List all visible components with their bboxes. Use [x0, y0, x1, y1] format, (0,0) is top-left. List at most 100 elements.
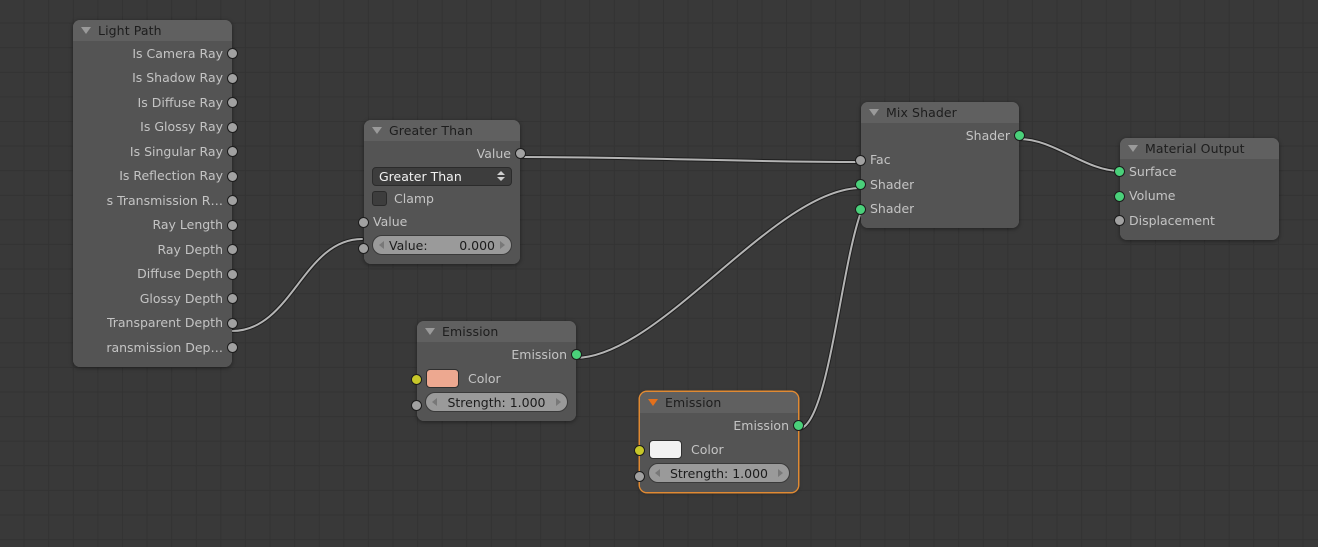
input-row-surface[interactable]: Surface	[1114, 159, 1279, 184]
node-header-mix-shader[interactable]: Mix Shader	[861, 102, 1019, 123]
slider-right-arrow-icon[interactable]	[500, 241, 505, 249]
slider-right-arrow-icon[interactable]	[778, 469, 783, 477]
output-row[interactable]: Ray Length	[73, 213, 238, 238]
input-label: Surface	[1129, 163, 1177, 179]
output-socket-value[interactable]	[515, 148, 526, 159]
collapse-triangle-icon[interactable]	[372, 127, 382, 134]
collapse-triangle-icon[interactable]	[81, 27, 91, 34]
node-emission-1[interactable]: Emission Emission Color Strength: 1.000	[411, 321, 582, 421]
input-socket-strength[interactable]	[411, 400, 422, 411]
input-row-volume[interactable]: Volume	[1114, 184, 1279, 209]
input-socket-displacement[interactable]	[1114, 215, 1125, 226]
input-socket-value-b[interactable]	[358, 243, 369, 254]
output-socket-is-reflection-ray[interactable]	[227, 170, 238, 182]
value-slider-name: Value:	[389, 237, 428, 253]
output-socket-ray-depth[interactable]	[227, 244, 238, 255]
strength-slider[interactable]: Strength: 1.000	[425, 392, 568, 412]
input-socket-color[interactable]	[634, 444, 645, 456]
output-row[interactable]: s Transmission R…	[73, 188, 238, 213]
clamp-checkbox[interactable]	[372, 191, 387, 206]
input-socket-shader-1[interactable]	[855, 179, 866, 190]
output-row[interactable]: ransmission Dep…	[73, 335, 238, 360]
node-body-mix-shader: Shader Fac Shader Shader	[855, 123, 1025, 228]
output-row[interactable]: Diffuse Depth	[73, 262, 238, 287]
input-socket-volume[interactable]	[1114, 190, 1125, 202]
output-label: Shader	[965, 127, 1010, 143]
node-header-emission-1[interactable]: Emission	[417, 321, 576, 342]
slider-right-arrow-icon[interactable]	[556, 398, 561, 406]
color-swatch[interactable]	[426, 369, 459, 389]
output-row[interactable]: Emission	[417, 342, 582, 367]
output-row[interactable]: Transparent Depth	[73, 311, 238, 336]
output-row[interactable]: Emission	[640, 413, 804, 438]
output-socket-is-singular-ray[interactable]	[227, 146, 238, 157]
link-lightpath-to-greaterthan	[231, 238, 363, 332]
output-socket-is-glossy-ray[interactable]	[227, 121, 238, 133]
strength-slider-wrap: Strength: 1.000	[634, 462, 798, 485]
node-title: Material Output	[1145, 141, 1245, 156]
output-row[interactable]: Is Glossy Ray	[73, 115, 238, 140]
output-socket-transmission-depth[interactable]	[227, 342, 238, 353]
input-socket-fac[interactable]	[855, 154, 866, 166]
input-socket-surface[interactable]	[1114, 166, 1125, 177]
output-row[interactable]: Is Shadow Ray	[73, 66, 238, 91]
node-light-path[interactable]: Light Path Is Camera Ray Is Shadow Ray I…	[73, 20, 238, 367]
node-math-greater-than[interactable]: Greater Than Value Greater Than Clamp Va…	[358, 120, 526, 264]
strength-slider[interactable]: Strength: 1.000	[648, 463, 790, 483]
node-body-emission-2: Emission Color Strength: 1.000	[634, 413, 804, 492]
output-row[interactable]: Is Camera Ray	[73, 41, 238, 66]
output-socket-diffuse-depth[interactable]	[227, 268, 238, 280]
collapse-triangle-icon[interactable]	[1128, 145, 1138, 152]
node-title: Emission	[442, 324, 499, 339]
output-socket-ray-length[interactable]	[227, 219, 238, 231]
output-row[interactable]: Ray Depth	[73, 237, 238, 262]
clamp-label: Clamp	[394, 191, 434, 206]
input-row-fac[interactable]: Fac	[855, 148, 1019, 173]
color-row[interactable]: Color	[634, 438, 798, 463]
output-row[interactable]: Is Reflection Ray	[73, 164, 238, 189]
node-emission-2[interactable]: Emission Emission Color Strength: 1.000	[634, 392, 804, 492]
input-row-shader-2[interactable]: Shader	[855, 197, 1019, 222]
node-header-greater-than[interactable]: Greater Than	[364, 120, 520, 141]
output-row[interactable]: Is Singular Ray	[73, 139, 238, 164]
output-socket-glossy-depth[interactable]	[227, 293, 238, 304]
input-socket-strength[interactable]	[634, 471, 645, 482]
output-label: Is Glossy Ray	[140, 119, 223, 135]
node-header-light-path[interactable]: Light Path	[73, 20, 232, 41]
clamp-checkbox-row[interactable]: Clamp	[364, 188, 520, 210]
output-socket-is-transmission-ray[interactable]	[227, 195, 238, 206]
input-label: Volume	[1129, 188, 1176, 204]
input-socket-shader-2[interactable]	[855, 203, 866, 215]
color-swatch[interactable]	[649, 440, 682, 460]
output-socket-is-diffuse-ray[interactable]	[227, 97, 238, 108]
input-row-displacement[interactable]: Displacement	[1114, 208, 1279, 233]
input-row-shader-1[interactable]: Shader	[855, 172, 1019, 197]
node-mix-shader[interactable]: Mix Shader Shader Fac Shader Shader	[855, 102, 1025, 228]
value-slider[interactable]: Value: 0.000	[372, 235, 512, 255]
output-socket-shader[interactable]	[1014, 130, 1025, 141]
output-socket-transparent-depth[interactable]	[227, 317, 238, 329]
node-editor-canvas[interactable]: Light Path Is Camera Ray Is Shadow Ray I…	[0, 0, 1318, 547]
input-socket-color[interactable]	[411, 373, 422, 385]
output-row[interactable]: Glossy Depth	[73, 286, 238, 311]
node-header-material-output[interactable]: Material Output	[1120, 138, 1279, 159]
output-label: s Transmission R…	[106, 192, 223, 208]
node-header-emission-2[interactable]: Emission	[640, 392, 798, 413]
operation-dropdown[interactable]: Greater Than	[372, 166, 512, 186]
output-row[interactable]: Shader	[861, 123, 1025, 148]
output-socket-emission[interactable]	[571, 349, 582, 360]
collapse-triangle-icon[interactable]	[869, 109, 879, 116]
output-socket-is-camera-ray[interactable]	[227, 48, 238, 59]
output-socket-emission[interactable]	[793, 420, 804, 431]
collapse-triangle-icon[interactable]	[425, 328, 435, 335]
output-label: Diffuse Depth	[137, 266, 223, 282]
input-label: Displacement	[1129, 212, 1215, 228]
node-material-output[interactable]: Material Output Surface Volume Displacem…	[1114, 138, 1279, 240]
output-socket-is-shadow-ray[interactable]	[227, 72, 238, 84]
color-row[interactable]: Color	[411, 367, 576, 392]
input-socket-value-a[interactable]	[358, 216, 369, 228]
collapse-triangle-icon[interactable]	[648, 399, 658, 406]
output-row[interactable]: Is Diffuse Ray	[73, 90, 238, 115]
output-row[interactable]: Value	[364, 141, 526, 166]
input-row-value[interactable]: Value	[358, 210, 520, 235]
